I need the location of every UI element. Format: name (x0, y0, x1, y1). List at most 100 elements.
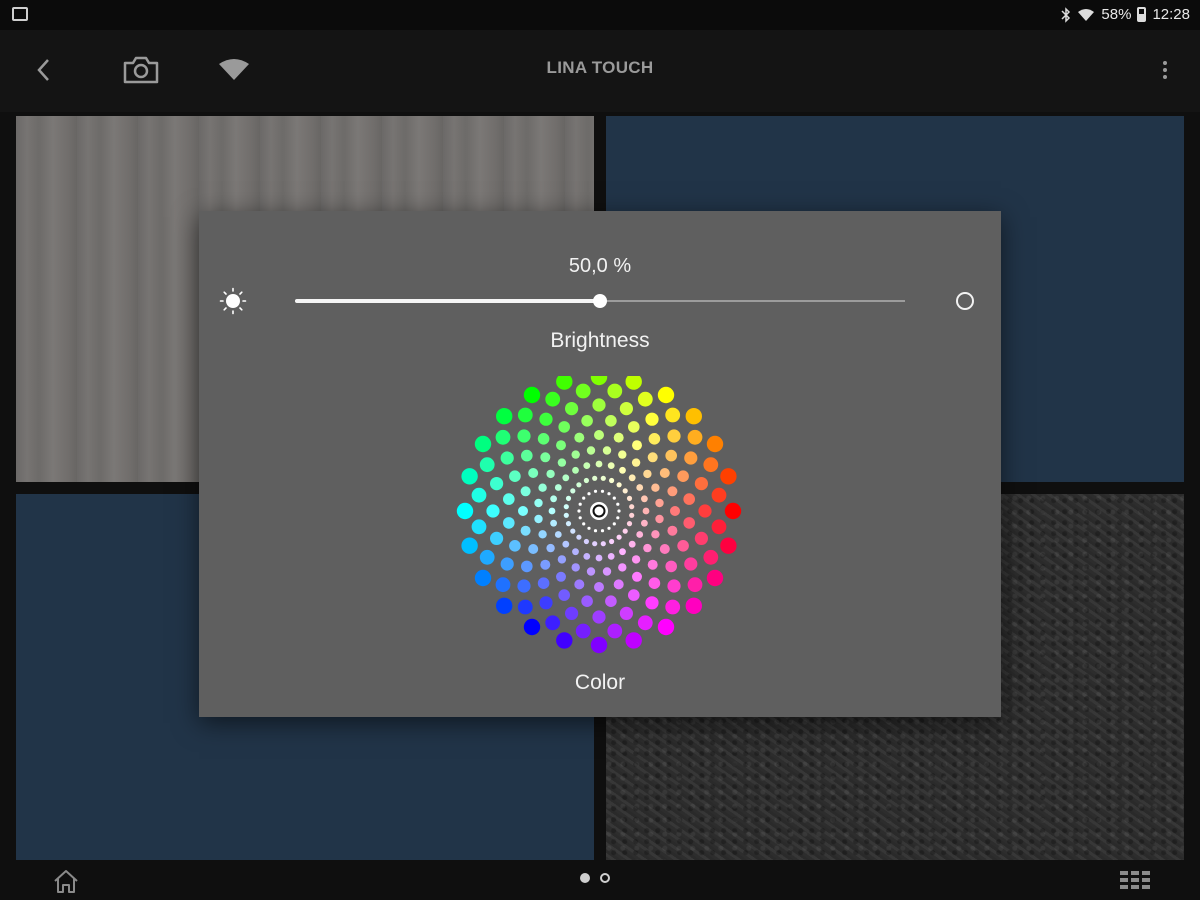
color-dot[interactable] (518, 506, 528, 516)
color-dot[interactable] (545, 615, 561, 631)
color-dot[interactable] (632, 440, 642, 451)
color-dot[interactable] (486, 504, 500, 518)
color-dot[interactable] (520, 525, 531, 536)
color-dot[interactable] (647, 559, 658, 570)
color-dot[interactable] (562, 540, 570, 548)
color-dot[interactable] (571, 450, 580, 459)
color-dot[interactable] (657, 618, 675, 636)
color-dot[interactable] (651, 483, 660, 492)
color-dot[interactable] (677, 540, 689, 552)
color-dot[interactable] (563, 504, 569, 510)
color-dot[interactable] (575, 623, 591, 639)
color-dot[interactable] (545, 391, 561, 407)
color-dot[interactable] (528, 544, 539, 554)
color-dot[interactable] (572, 466, 579, 474)
color-dot[interactable] (665, 407, 681, 423)
color-dot[interactable] (616, 534, 622, 540)
color-dot[interactable] (550, 519, 557, 527)
color-dot[interactable] (645, 412, 659, 426)
color-dot[interactable] (471, 519, 487, 535)
color-dot[interactable] (641, 519, 648, 527)
color-dot[interactable] (667, 525, 678, 536)
color-dot[interactable] (677, 470, 689, 482)
color-dot[interactable] (479, 549, 495, 565)
color-dot[interactable] (592, 398, 606, 412)
color-dot[interactable] (607, 526, 611, 530)
color-dot[interactable] (703, 549, 719, 565)
color-dot[interactable] (628, 474, 636, 482)
color-dot[interactable] (592, 475, 598, 481)
color-dot[interactable] (583, 538, 589, 545)
color-dot[interactable] (521, 449, 533, 462)
color-dot[interactable] (648, 433, 661, 445)
color-dot[interactable] (576, 482, 582, 488)
color-dot[interactable] (683, 517, 695, 529)
color-dot[interactable] (617, 509, 621, 513)
color-dot[interactable] (616, 482, 622, 488)
color-dot[interactable] (565, 521, 572, 527)
color-dot[interactable] (600, 541, 606, 547)
color-dot[interactable] (521, 560, 533, 573)
color-dot[interactable] (636, 531, 644, 538)
color-dot[interactable] (593, 489, 598, 493)
color-dot[interactable] (517, 579, 531, 593)
color-dot[interactable] (471, 487, 487, 503)
color-dot[interactable] (456, 502, 474, 520)
color-dot[interactable] (583, 477, 589, 484)
color-dot[interactable] (500, 451, 514, 465)
color-dot[interactable] (558, 589, 570, 601)
color-dot[interactable] (651, 530, 660, 539)
color-dot[interactable] (594, 582, 604, 592)
color-dot[interactable] (612, 522, 616, 526)
color-dot[interactable] (711, 487, 727, 503)
color-dot[interactable] (587, 492, 591, 496)
color-dot[interactable] (655, 514, 664, 524)
color-dot[interactable] (577, 509, 581, 513)
color-dot[interactable] (528, 468, 539, 478)
color-dot[interactable] (520, 486, 531, 497)
color-dot[interactable] (558, 421, 570, 433)
color-dot[interactable] (556, 440, 566, 451)
color-dot[interactable] (609, 538, 615, 545)
color-dot[interactable] (593, 529, 598, 533)
color-dot[interactable] (637, 615, 653, 631)
color-dot[interactable] (509, 540, 521, 552)
color-dot[interactable] (628, 589, 640, 601)
color-dot[interactable] (706, 569, 724, 587)
color-dot[interactable] (576, 534, 582, 540)
color-dot[interactable] (629, 512, 635, 518)
color-dot[interactable] (637, 391, 653, 407)
color-dot[interactable] (628, 421, 640, 433)
color-dot[interactable] (613, 579, 624, 590)
color-dot[interactable] (648, 577, 661, 589)
color-dot[interactable] (517, 599, 533, 615)
color-dot[interactable] (557, 458, 567, 467)
color-dot[interactable] (461, 537, 478, 554)
color-dot[interactable] (683, 493, 695, 505)
color-dot[interactable] (546, 469, 555, 479)
color-dot[interactable] (503, 517, 515, 529)
color-dot[interactable] (565, 495, 572, 501)
color-dot[interactable] (503, 493, 515, 505)
color-dot[interactable] (539, 596, 553, 610)
color-dot[interactable] (517, 429, 531, 443)
color-dot[interactable] (641, 495, 648, 503)
home-icon[interactable] (52, 867, 80, 895)
color-dot[interactable] (629, 504, 635, 510)
color-dot[interactable] (572, 548, 579, 556)
page-dot-active[interactable] (580, 873, 590, 883)
color-dot[interactable] (546, 543, 555, 553)
color-dot[interactable] (619, 466, 626, 474)
color-dot[interactable] (626, 521, 633, 527)
color-dot[interactable] (537, 433, 550, 445)
color-dot[interactable] (657, 386, 675, 404)
brightness-slider[interactable] (295, 294, 905, 308)
color-dot[interactable] (642, 507, 650, 515)
color-dot[interactable] (571, 563, 580, 572)
color-dot[interactable] (684, 557, 698, 571)
color-dot[interactable] (724, 502, 742, 520)
color-dot[interactable] (684, 451, 698, 465)
color-dot[interactable] (667, 579, 681, 593)
color-dot[interactable] (607, 623, 623, 639)
color-dot[interactable] (570, 488, 576, 494)
